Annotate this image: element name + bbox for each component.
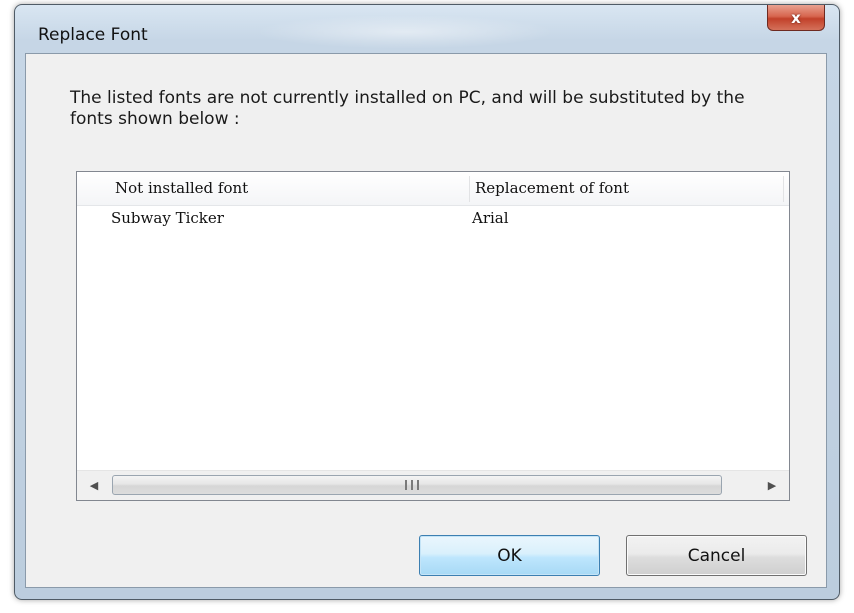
- chevron-right-icon: ▶: [767, 479, 777, 492]
- scroll-left-button[interactable]: ◀: [79, 471, 109, 500]
- close-button[interactable]: x: [767, 5, 825, 31]
- ok-button[interactable]: OK: [419, 535, 600, 576]
- font-replacement-list[interactable]: Not installed font Replacement of font S…: [76, 171, 790, 501]
- title-bar[interactable]: Replace Font x: [15, 5, 839, 55]
- chevron-left-icon: ◀: [89, 479, 99, 492]
- scroll-right-button[interactable]: ▶: [757, 471, 787, 500]
- close-icon: x: [791, 8, 801, 27]
- info-message: The listed fonts are not currently insta…: [70, 88, 745, 129]
- dialog-body: The listed fonts are not currently insta…: [25, 53, 827, 588]
- replace-font-dialog: Replace Font x The listed fonts are not …: [14, 4, 840, 600]
- column-header-replacement-font[interactable]: Replacement of font: [475, 172, 775, 205]
- list-header: Not installed font Replacement of font: [77, 172, 789, 206]
- scrollbar-thumb[interactable]: [112, 475, 722, 495]
- grip-icon: [405, 480, 419, 490]
- column-separator[interactable]: [783, 176, 784, 202]
- not-installed-font-cell: Subway Ticker: [111, 209, 224, 227]
- list-item[interactable]: Subway Ticker Arial: [77, 205, 789, 233]
- title-bar-glow: [255, 15, 555, 49]
- replacement-font-cell: Arial: [472, 209, 509, 227]
- column-header-not-installed-font[interactable]: Not installed font: [115, 172, 415, 205]
- column-separator[interactable]: [469, 176, 470, 202]
- horizontal-scrollbar[interactable]: ◀ ▶: [77, 470, 789, 500]
- cancel-button[interactable]: Cancel: [626, 535, 807, 576]
- dialog-title: Replace Font: [38, 25, 148, 45]
